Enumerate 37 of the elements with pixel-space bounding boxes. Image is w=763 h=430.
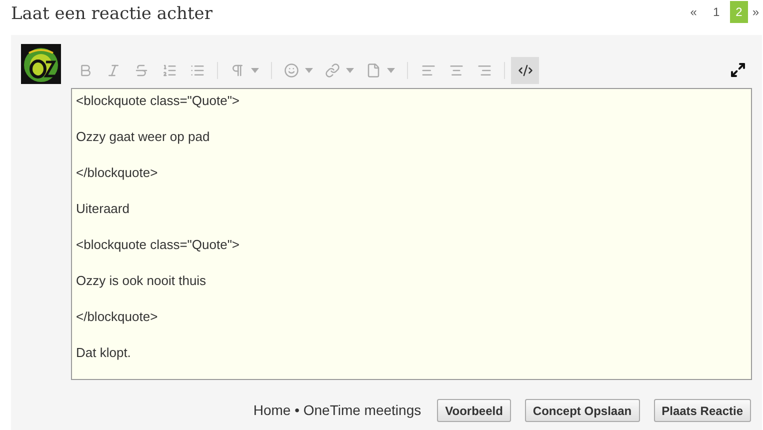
avatar-icon [21, 44, 61, 84]
align-right-icon [476, 62, 492, 78]
align-center-icon [448, 62, 464, 78]
editor-line: Dat klopt. [76, 345, 131, 361]
action-button[interactable]: Concept Opslaan [524, 399, 640, 422]
editor-line: Ozzy is ook nooit thuis [76, 273, 206, 289]
editor-line: Uiteraard [76, 201, 130, 217]
editor-line: <blockquote class="Quote"> [76, 237, 240, 253]
breadcrumb: Home • OneTime meetings [253, 401, 422, 420]
paragraph-icon [230, 62, 245, 78]
italic-icon [106, 62, 120, 78]
previous-page-link[interactable]: « [684, 2, 703, 22]
smiley-icon [284, 62, 299, 78]
file-icon [366, 62, 381, 78]
section-heading: Laat een reactie achter [11, 3, 212, 26]
expand-icon [730, 62, 746, 78]
editor-line: Ozzy gaat weer op pad [76, 129, 210, 145]
toolbar-button[interactable] [511, 56, 539, 84]
bullet-list-icon [190, 62, 204, 78]
caret-icon [387, 68, 395, 72]
action-button[interactable]: Voorbeeld [437, 399, 511, 422]
action-button[interactable]: Plaats Reactie [654, 399, 751, 422]
page-link[interactable]: 1 [706, 1, 726, 23]
link-icon [325, 62, 340, 78]
next-page-link[interactable]: » [748, 2, 763, 22]
editor-line: <blockquote class="Quote"> [76, 93, 240, 109]
fullscreen-button[interactable] [730, 62, 746, 78]
editor-line: </blockquote> [76, 309, 158, 325]
code-icon [518, 62, 532, 78]
strikethrough-icon [134, 62, 148, 78]
numbered-list-icon [162, 62, 176, 78]
editor-line: </blockquote> [76, 165, 158, 181]
align-left-icon [420, 62, 436, 78]
caret-icon [305, 68, 313, 72]
caret-icon [346, 68, 354, 72]
editor-field[interactable]: <blockquote class="Quote"> Ozzy gaat weer op pad </blockquote> Uiteraard <blockquote class="Quote"> Ozzy is ook nooit thuis </blockquote> Dat klopt. [71, 88, 752, 380]
caret-icon [251, 68, 259, 72]
